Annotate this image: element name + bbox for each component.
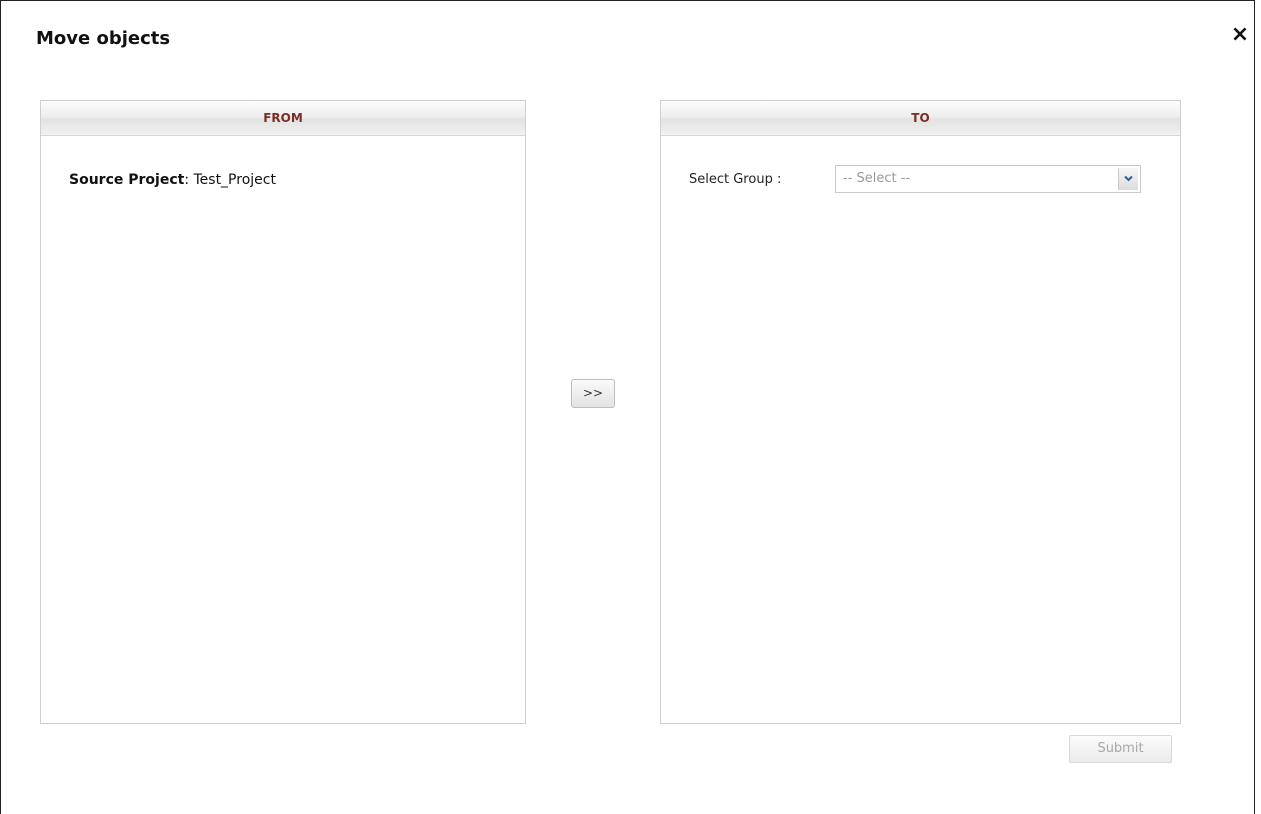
source-project-row: Source Project: Test_Project xyxy=(69,172,276,188)
from-panel-header: FROM xyxy=(41,101,525,136)
from-panel: FROM Source Project: Test_Project xyxy=(40,100,526,724)
to-panel-header: TO xyxy=(661,101,1180,136)
submit-button[interactable]: Submit xyxy=(1069,735,1172,763)
to-panel: TO Select Group : -- Select -- xyxy=(660,100,1181,724)
dialog-title: Move objects xyxy=(36,28,171,49)
select-group-value: -- Select -- xyxy=(843,171,911,186)
select-group-dropdown[interactable]: -- Select -- xyxy=(835,165,1141,193)
dropdown-button[interactable] xyxy=(1118,168,1138,190)
source-project-value: Test_Project xyxy=(193,172,276,188)
source-project-label: Source Project xyxy=(69,172,185,188)
move-button[interactable]: >> xyxy=(571,379,615,408)
move-objects-dialog: Move objects × FROM Source Project: Test… xyxy=(0,0,1255,814)
select-group-row: Select Group : -- Select -- xyxy=(689,165,1149,195)
chevron-down-icon xyxy=(1124,175,1133,182)
close-icon[interactable]: × xyxy=(1230,23,1250,47)
select-group-label: Select Group : xyxy=(689,172,782,187)
source-project-separator: : xyxy=(184,172,190,188)
